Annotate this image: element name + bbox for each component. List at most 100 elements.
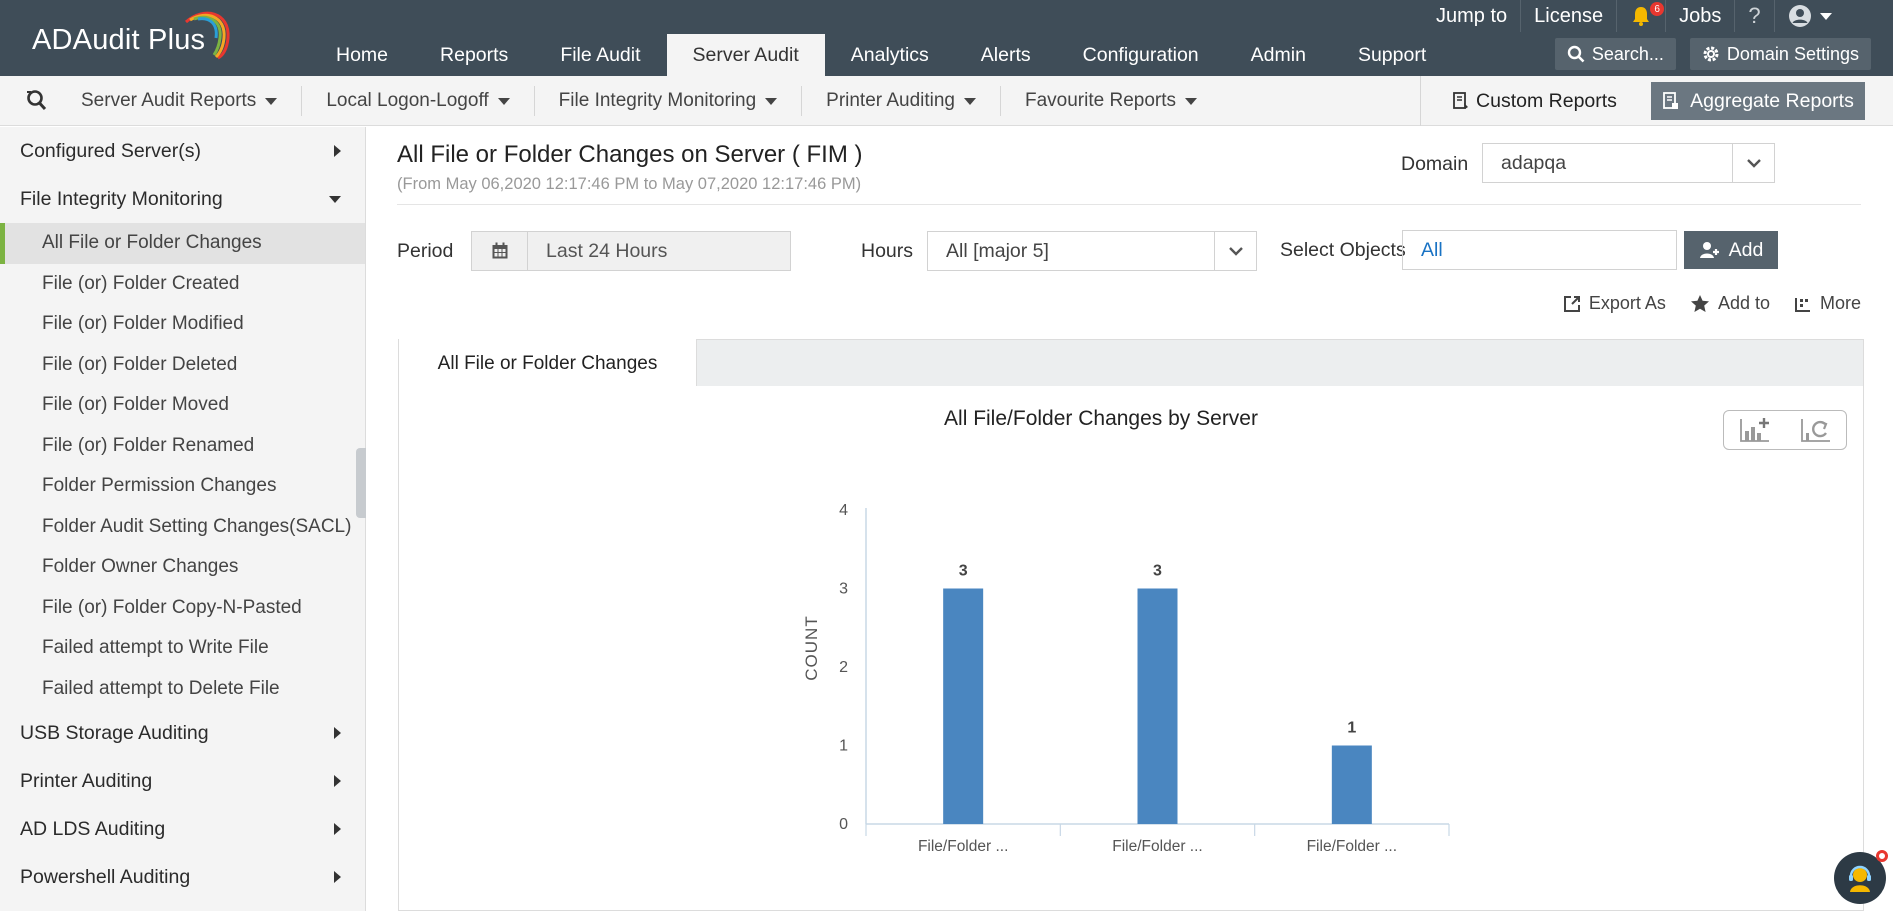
y-axis-label: COUNT xyxy=(802,615,821,680)
menu-label: Server Audit Reports xyxy=(81,90,257,111)
data-label: 3 xyxy=(1153,563,1162,580)
user-menu-button[interactable] xyxy=(1773,0,1845,32)
nav-alerts[interactable]: Alerts xyxy=(955,34,1057,76)
sidebar-group-label: AD LDS Auditing xyxy=(20,817,166,840)
notifications-button[interactable]: 6 xyxy=(1616,0,1665,32)
sidebar-group-label: Configured Server(s) xyxy=(20,139,201,162)
license-link[interactable]: License xyxy=(1520,0,1616,32)
menu-label: Favourite Reports xyxy=(1025,90,1177,111)
sidebar-group-printer-auditing[interactable]: Printer Auditing xyxy=(0,757,365,805)
domain-select[interactable]: adapqa xyxy=(1482,143,1775,183)
menu-local-logon-logoff[interactable]: Local Logon-Logoff xyxy=(301,86,533,116)
y-tick-label: 4 xyxy=(839,502,848,519)
hours-value: All [major 5] xyxy=(946,239,1049,262)
sidebar-group-file-integrity-monitoring[interactable]: File Integrity Monitoring xyxy=(0,175,365,223)
report-search-icon[interactable] xyxy=(24,88,48,112)
caret-down-icon xyxy=(964,97,976,105)
help-icon: ? xyxy=(1748,3,1761,28)
add-objects-button[interactable]: Add xyxy=(1684,231,1778,269)
sidebar-item-modified[interactable]: File (or) Folder Modified xyxy=(0,304,365,345)
domain-settings-button[interactable]: Domain Settings xyxy=(1689,38,1871,70)
sidebar-item-failed-delete[interactable]: Failed attempt to Delete File xyxy=(0,669,365,710)
global-search-button[interactable]: Search... xyxy=(1554,38,1676,70)
search-icon xyxy=(1567,45,1585,63)
hours-label: Hours xyxy=(861,240,914,262)
add-label: Add xyxy=(1728,238,1764,261)
sidebar-group-configured-servers[interactable]: Configured Server(s) xyxy=(0,127,365,175)
bar xyxy=(943,588,984,824)
more-label: More xyxy=(1819,293,1861,313)
period-label: Period xyxy=(397,240,454,262)
period-picker[interactable]: Last 24 Hours xyxy=(471,231,791,271)
menu-favourite-reports[interactable]: Favourite Reports xyxy=(1000,86,1221,116)
aggregate-reports-button[interactable]: Aggregate Reports xyxy=(1651,82,1865,120)
sidebar-item-created[interactable]: File (or) Folder Created xyxy=(0,264,365,305)
support-agent-icon xyxy=(1849,865,1871,892)
expand-right-icon xyxy=(334,871,341,883)
report-date-range: (From May 06,2020 12:17:46 PM to May 07,… xyxy=(397,175,862,193)
expand-right-icon xyxy=(334,727,341,739)
y-tick-label: 3 xyxy=(839,581,848,598)
y-tick-label: 2 xyxy=(839,659,848,676)
menu-file-integrity-monitoring[interactable]: File Integrity Monitoring xyxy=(533,86,801,116)
sidebar-item-copy-paste[interactable]: File (or) Folder Copy-N-Pasted xyxy=(0,588,365,629)
nav-reports[interactable]: Reports xyxy=(414,34,534,76)
nav-admin[interactable]: Admin xyxy=(1225,34,1332,76)
sidebar-group-powershell[interactable]: Powershell Auditing xyxy=(0,853,365,901)
sidebar-item-moved[interactable]: File (or) Folder Moved xyxy=(0,385,365,426)
top-right-buttons: Search... Domain Settings xyxy=(1554,38,1871,70)
menu-server-audit-reports[interactable]: Server Audit Reports xyxy=(57,86,301,116)
more-button[interactable]: More xyxy=(1794,293,1861,314)
nav-support[interactable]: Support xyxy=(1332,34,1452,76)
nav-home[interactable]: Home xyxy=(310,34,414,76)
more-menu-icon xyxy=(1794,297,1810,312)
nav-analytics[interactable]: Analytics xyxy=(825,34,955,76)
custom-reports-label: Custom Reports xyxy=(1476,89,1617,112)
sidebar-item-owner-changes[interactable]: Folder Owner Changes xyxy=(0,547,365,588)
collapse-down-icon xyxy=(329,195,341,203)
y-tick-label: 0 xyxy=(839,816,848,833)
jump-to-link[interactable]: Jump to xyxy=(1423,0,1520,32)
search-label: Search... xyxy=(1591,43,1664,64)
sidebar-collapse-handle[interactable] xyxy=(356,448,366,518)
nav-configuration[interactable]: Configuration xyxy=(1057,34,1225,76)
sidebar-group-ad-lds[interactable]: AD LDS Auditing xyxy=(0,805,365,853)
select-objects-input[interactable]: All xyxy=(1402,230,1677,270)
sidebar-item-permission-changes[interactable]: Folder Permission Changes xyxy=(0,466,365,507)
caret-down-icon xyxy=(497,97,510,105)
export-as-button[interactable]: Export As xyxy=(1563,293,1666,314)
menu-printer-auditing[interactable]: Printer Auditing xyxy=(801,86,1000,116)
chat-support-button[interactable] xyxy=(1834,850,1888,904)
sidebar-item-deleted[interactable]: File (or) Folder Deleted xyxy=(0,345,365,386)
main-nav: Home Reports File Audit Server Audit Ana… xyxy=(310,34,1452,76)
jobs-link[interactable]: Jobs xyxy=(1665,0,1734,32)
star-icon xyxy=(1690,295,1709,312)
gear-icon xyxy=(1703,46,1719,62)
x-tick-label: File/Folder ... xyxy=(1112,838,1202,855)
top-utility-bar: Jump to License 6 Jobs ? xyxy=(1423,0,1845,32)
sidebar-item-failed-write[interactable]: Failed attempt to Write File xyxy=(0,628,365,669)
chart-panel: All File/Folder Changes by Server COUNT 0 1… xyxy=(398,386,1864,911)
data-label: 1 xyxy=(1347,720,1356,737)
dropdown-toggle[interactable] xyxy=(1214,232,1256,270)
sidebar-item-all-file-folder-changes[interactable]: All File or Folder Changes xyxy=(0,223,365,264)
bell-icon xyxy=(1633,7,1650,26)
help-button[interactable]: ? xyxy=(1734,0,1773,32)
dropdown-toggle[interactable] xyxy=(1732,144,1774,182)
sidebar-item-sacl-changes[interactable]: Folder Audit Setting Changes(SACL) xyxy=(0,507,365,548)
tab-all-file-folder-changes[interactable]: All File or Folder Changes xyxy=(399,339,697,388)
chevron-down-icon xyxy=(1228,247,1243,256)
chevron-down-icon xyxy=(1819,12,1832,20)
add-to-button[interactable]: Add to xyxy=(1690,293,1770,314)
bar xyxy=(1331,745,1372,824)
custom-reports-button[interactable]: Custom Reports xyxy=(1420,76,1648,126)
hours-select[interactable]: All [major 5] xyxy=(927,231,1257,271)
domain-settings-label: Domain Settings xyxy=(1726,43,1859,64)
caret-down-icon xyxy=(265,97,278,105)
sidebar-group-usb-storage[interactable]: USB Storage Auditing xyxy=(0,709,365,757)
nav-file-audit[interactable]: File Audit xyxy=(534,34,666,76)
sidebar-group-label: Powershell Auditing xyxy=(20,865,191,888)
calendar-button[interactable] xyxy=(472,232,528,270)
nav-server-audit[interactable]: Server Audit xyxy=(666,34,825,76)
sidebar-item-renamed[interactable]: File (or) Folder Renamed xyxy=(0,426,365,467)
